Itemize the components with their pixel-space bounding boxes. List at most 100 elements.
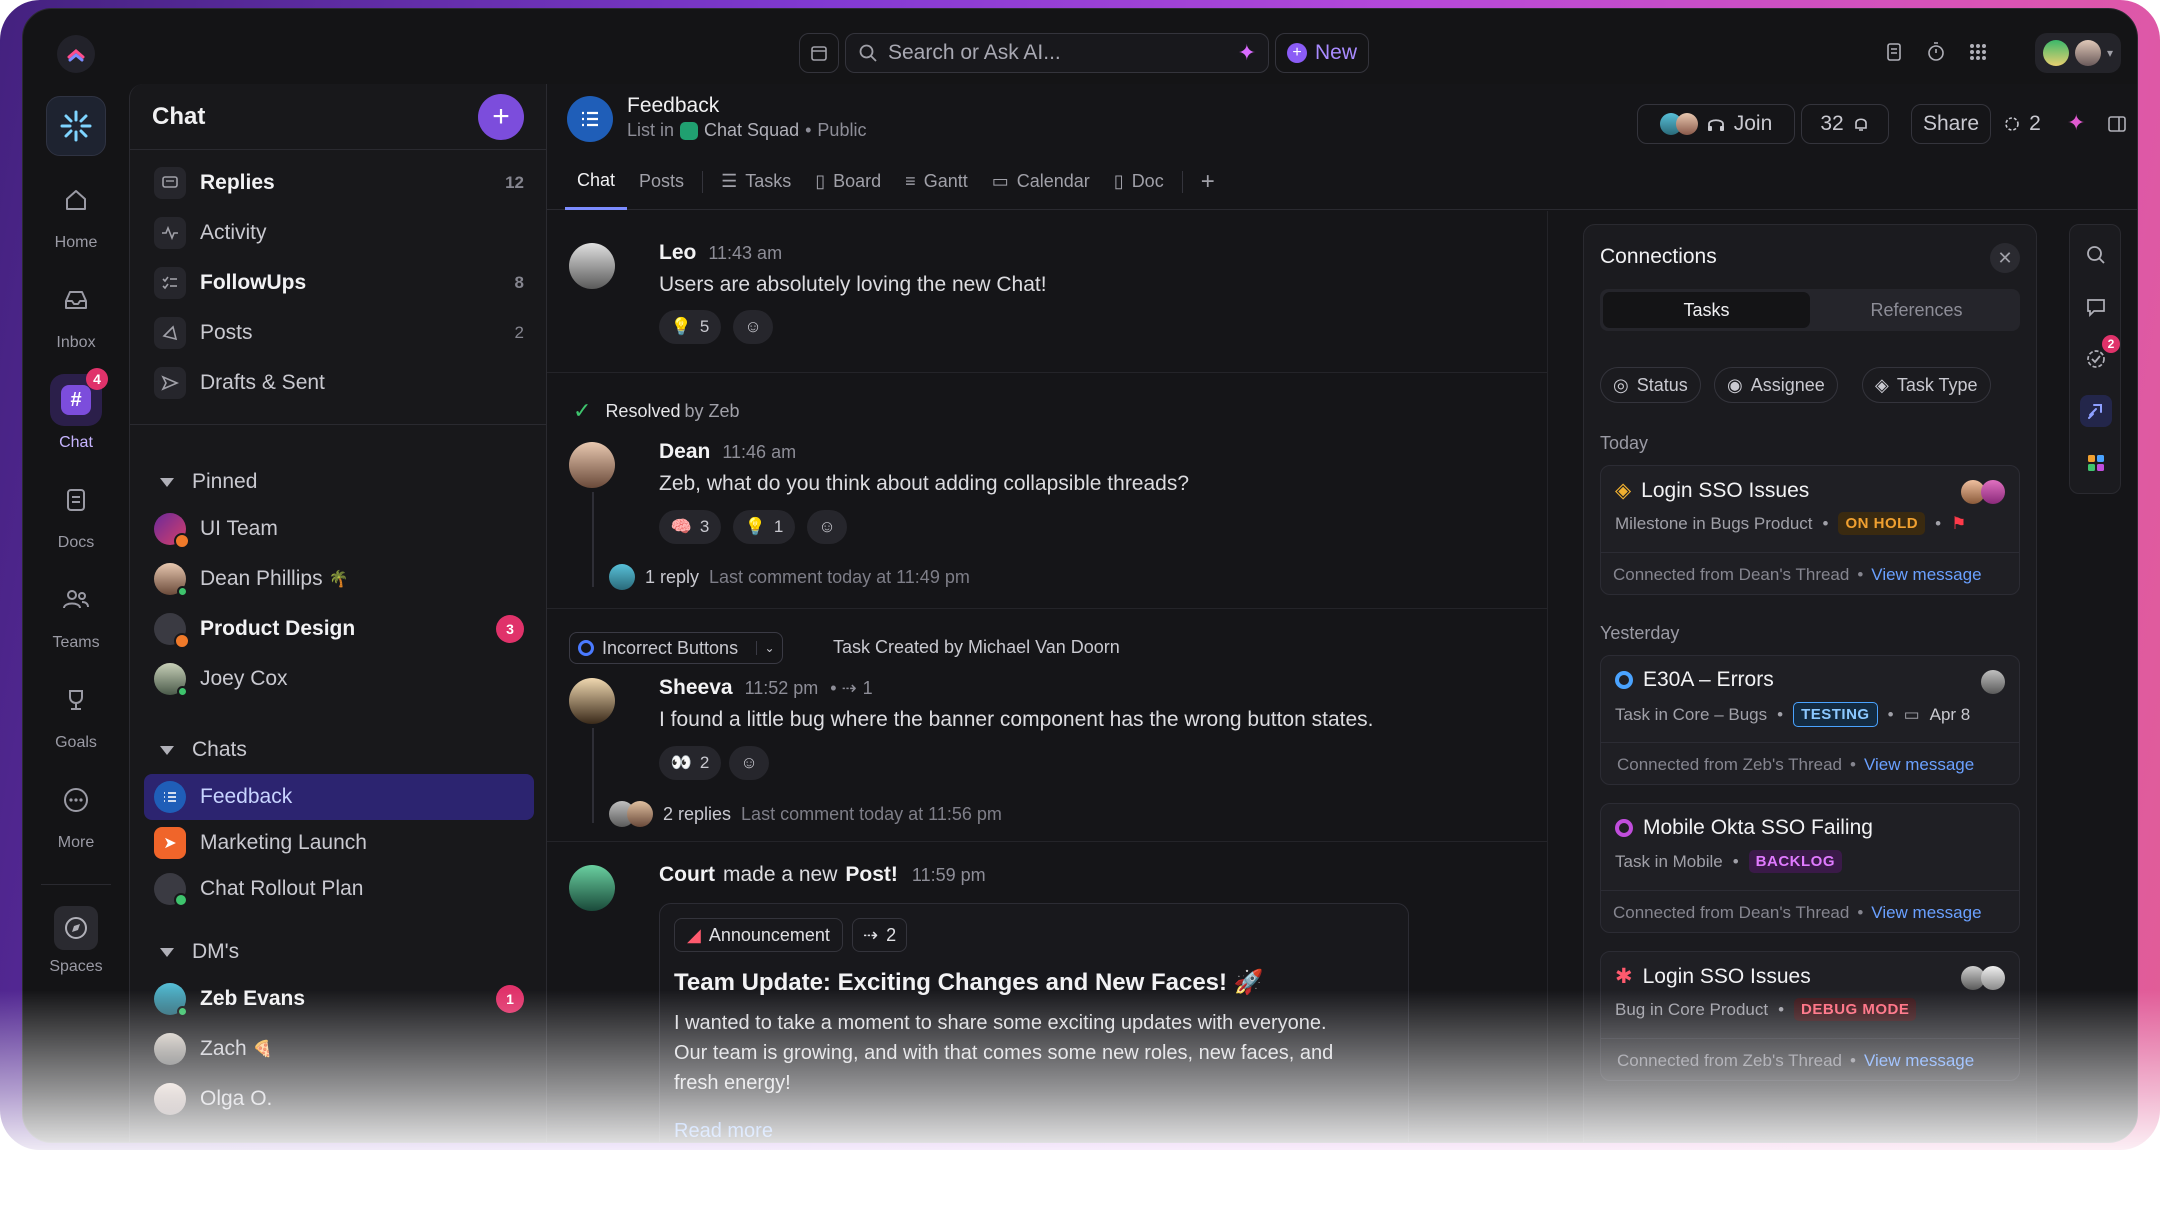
connection-card[interactable]: ✱ Login SSO Issues Bug in Core Product • DE… bbox=[1600, 951, 2020, 1081]
followers-button[interactable]: 32 bbox=[1801, 104, 1889, 144]
tab-posts[interactable]: Posts bbox=[627, 154, 696, 210]
rail-teams[interactable]: Teams bbox=[23, 574, 129, 652]
headphones-icon bbox=[1707, 119, 1724, 131]
tab-gantt[interactable]: ≡ Gantt bbox=[893, 154, 980, 210]
rail-home[interactable]: Home bbox=[23, 174, 129, 252]
sidebar-item-label: Chat Rollout Plan bbox=[200, 877, 364, 900]
pinned-section-toggle[interactable]: Pinned bbox=[160, 470, 257, 494]
ai-sparkle-icon[interactable]: ✦ bbox=[2067, 110, 2085, 136]
connection-card[interactable]: Mobile Okta SSO Failing Task in Mobile • B… bbox=[1600, 803, 2020, 933]
seg-references[interactable]: References bbox=[1813, 289, 2020, 331]
sidebar-item-chat-rollout[interactable]: Chat Rollout Plan bbox=[144, 866, 534, 912]
connection-card[interactable]: E30A – Errors Task in Core – Bugs • TESTIN… bbox=[1600, 655, 2020, 785]
status-emoji: 🌴 bbox=[328, 571, 349, 588]
view-message-link[interactable]: View message bbox=[1864, 1051, 1974, 1071]
sidebar-item-replies[interactable]: Replies 12 bbox=[144, 160, 534, 206]
connection-card[interactable]: ◈ Login SSO Issues Milestone in Bugs Prod… bbox=[1600, 465, 2020, 595]
add-reaction-button[interactable]: ☺ bbox=[733, 310, 773, 344]
thread-replies-link[interactable]: 1 reply Last comment today at 11:49 pm bbox=[609, 564, 970, 590]
ui-team-avatar bbox=[154, 513, 190, 549]
unread-badge: 3 bbox=[496, 615, 524, 643]
tab-chat[interactable]: Chat bbox=[565, 154, 628, 210]
reaction-lightbulb[interactable]: 💡 1 bbox=[733, 510, 795, 544]
read-more-link[interactable]: Read more bbox=[674, 1120, 773, 1142]
new-chat-button[interactable]: + bbox=[478, 93, 524, 140]
status-tag: BACKLOG bbox=[1748, 850, 1842, 873]
rail-more[interactable]: More bbox=[23, 774, 129, 852]
thread-replies-link[interactable]: 2 replies Last comment today at 11:56 pm bbox=[609, 801, 1002, 827]
sidebar-item-drafts[interactable]: Drafts & Sent bbox=[144, 360, 534, 406]
sidebar-item-followups[interactable]: FollowUps 8 bbox=[144, 260, 534, 306]
add-reaction-button[interactable]: ☺ bbox=[807, 510, 847, 544]
timer-icon[interactable] bbox=[1925, 41, 1947, 63]
sidebar-item-ui-team[interactable]: UI Team bbox=[144, 506, 534, 552]
ai-sparkle-icon[interactable]: ✦ bbox=[1238, 40, 1256, 66]
comment-icon[interactable] bbox=[2080, 291, 2112, 323]
close-icon[interactable]: ✕ bbox=[1990, 243, 2020, 273]
tab-board[interactable]: ▯ Board bbox=[803, 154, 893, 210]
panel-toggle-icon[interactable] bbox=[2107, 114, 2127, 134]
tab-doc[interactable]: ▯ Doc bbox=[1102, 154, 1176, 210]
filter-status[interactable]: ◎ Status bbox=[1600, 367, 1701, 403]
sidebar-item-zach[interactable]: Zach 🍕 bbox=[144, 1026, 534, 1072]
breadcrumb-space[interactable]: Chat Squad bbox=[704, 120, 799, 141]
task-created-text: Task Created by Michael Van Doorn bbox=[833, 637, 1120, 657]
sidebar-item-product-design[interactable]: Product Design 3 bbox=[144, 606, 534, 652]
connections-button[interactable]: 2 bbox=[1997, 104, 2047, 144]
post-link[interactable]: Post! bbox=[845, 863, 898, 887]
add-view-button[interactable]: + bbox=[1189, 154, 1227, 210]
search-input[interactable]: Search or Ask AI... ✦ bbox=[845, 33, 1269, 73]
view-message-link[interactable]: View message bbox=[1864, 755, 1974, 775]
post-card[interactable]: ◢ Announcement ⇢ 2 Team Update: Exciting… bbox=[659, 903, 1409, 1142]
app-logo-icon[interactable] bbox=[57, 35, 95, 73]
chevron-down-icon[interactable]: ⌄ bbox=[756, 641, 782, 655]
sidebar-item-joey-cox[interactable]: Joey Cox bbox=[144, 656, 534, 702]
sidebar-item-dean-phillips[interactable]: Dean Phillips 🌴 bbox=[144, 556, 534, 602]
view-message-link[interactable]: View message bbox=[1871, 903, 1981, 923]
seg-tasks[interactable]: Tasks bbox=[1603, 292, 1810, 328]
check-circle-icon[interactable]: 2 bbox=[2080, 335, 2120, 375]
view-message-link[interactable]: View message bbox=[1871, 565, 1981, 585]
user-menu[interactable]: ▾ bbox=[2035, 33, 2121, 73]
apps-grid-icon[interactable] bbox=[1967, 41, 1989, 63]
filter-task-type[interactable]: ◈ Task Type bbox=[1862, 367, 1991, 403]
task-chip[interactable]: Incorrect Buttons ⌄ bbox=[569, 632, 783, 664]
join-button[interactable]: Join bbox=[1637, 104, 1795, 144]
rail-inbox[interactable]: Inbox bbox=[23, 274, 129, 352]
search-icon[interactable] bbox=[2080, 239, 2112, 271]
calendar-icon[interactable] bbox=[799, 33, 839, 73]
breadcrumb-prefix: List in bbox=[627, 120, 675, 140]
sidebar-item-posts[interactable]: Posts 2 bbox=[144, 310, 534, 356]
rail-docs[interactable]: Docs bbox=[23, 474, 129, 552]
post-links[interactable]: ⇢ 2 bbox=[852, 918, 908, 952]
add-reaction-button[interactable]: ☺ bbox=[729, 746, 769, 780]
share-button[interactable]: Share bbox=[1911, 104, 1991, 144]
cube-icon: ◈ bbox=[1875, 374, 1889, 395]
sidebar-item-activity[interactable]: Activity bbox=[144, 210, 534, 256]
notepad-icon[interactable] bbox=[1883, 41, 1905, 63]
right-rail-badge: 2 bbox=[2102, 335, 2120, 353]
rail-spaces[interactable]: Spaces bbox=[23, 906, 129, 976]
dms-section-toggle[interactable]: DM's bbox=[160, 940, 239, 964]
rail-goals[interactable]: Goals bbox=[23, 674, 129, 752]
rail-chat[interactable]: # 4 Chat bbox=[23, 368, 129, 452]
sidebar-item-zeb-evans[interactable]: Zeb Evans 1 bbox=[144, 976, 534, 1022]
sidebar-item-marketing-launch[interactable]: ➤ Marketing Launch bbox=[144, 820, 534, 866]
tab-tasks[interactable]: ☰ Tasks bbox=[709, 154, 803, 210]
sidebar-item-olga[interactable]: Olga O. bbox=[144, 1076, 534, 1122]
reaction-brain[interactable]: 🧠 3 bbox=[659, 510, 721, 544]
space-icon bbox=[680, 121, 699, 140]
tab-calendar[interactable]: ▭ Calendar bbox=[980, 154, 1102, 210]
rail-docs-label: Docs bbox=[57, 534, 95, 551]
workspace-switcher[interactable] bbox=[46, 96, 106, 156]
sidebar-item-feedback[interactable]: Feedback bbox=[144, 774, 534, 820]
reaction-eyes[interactable]: 👀 2 bbox=[659, 746, 721, 780]
sidebar-item-count: 12 bbox=[505, 173, 524, 192]
new-button[interactable]: + New bbox=[1275, 33, 1369, 73]
chats-section-toggle[interactable]: Chats bbox=[160, 738, 247, 762]
bug-icon: ✱ bbox=[1615, 965, 1633, 988]
filter-assignee[interactable]: ◉ Assignee bbox=[1714, 367, 1838, 403]
connections-icon[interactable] bbox=[2080, 395, 2112, 427]
integrations-icon[interactable] bbox=[2080, 447, 2112, 479]
reaction-lightbulb[interactable]: 💡 5 bbox=[659, 310, 721, 344]
